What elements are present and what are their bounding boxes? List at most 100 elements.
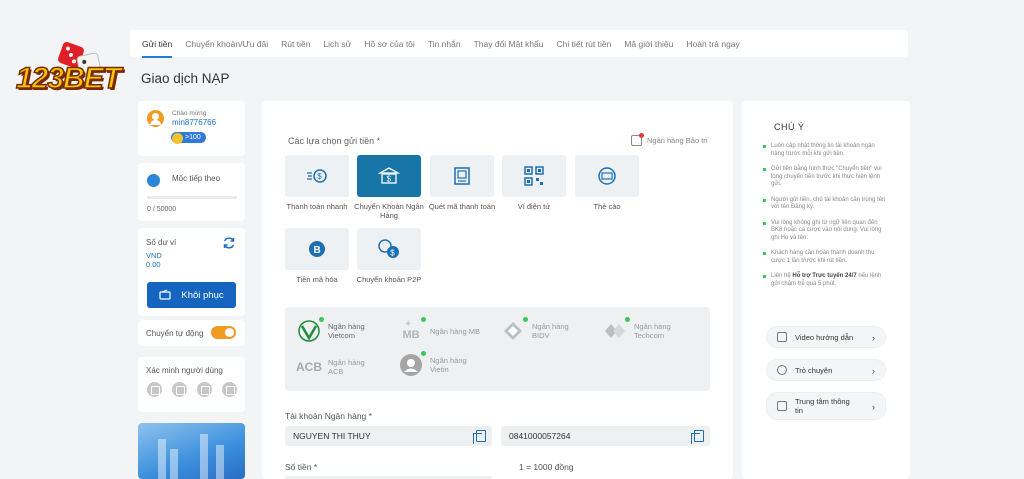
nav-item-change-password[interactable]: Thay đổi Mật khẩu bbox=[474, 39, 544, 49]
video-guide-label: Video hướng dẫn bbox=[795, 332, 854, 342]
page-title: Giao dịch NẠP bbox=[141, 71, 230, 86]
nav-item-messages[interactable]: Tin nhắn bbox=[428, 39, 461, 49]
notice-list: Luôn cập nhật thông tin tài khoản ngân h… bbox=[763, 143, 886, 296]
vietcom-logo-icon bbox=[296, 317, 324, 343]
verify-icons bbox=[147, 382, 237, 397]
level-badge-text: >100 bbox=[185, 134, 201, 141]
level-badge: >100 bbox=[171, 132, 206, 144]
svg-text:$: $ bbox=[390, 249, 395, 258]
account-name-field[interactable]: NGUYEN THI THUY bbox=[285, 426, 492, 446]
acb-logo-icon: ACB bbox=[296, 360, 322, 374]
nav-item-referral[interactable]: Mã giới thiệu bbox=[624, 39, 673, 49]
bank-option-bidv[interactable]: Ngân hàng BIDV bbox=[500, 317, 584, 343]
brand-logo[interactable]: 123BET bbox=[14, 38, 136, 108]
auto-transfer-row: Chuyển tự động bbox=[138, 320, 245, 346]
nav-item-history[interactable]: Lịch sử bbox=[323, 39, 351, 49]
progress-card: Mốc tiếp theo 0 / 50000 bbox=[138, 163, 245, 221]
vietin-logo-icon bbox=[398, 351, 426, 377]
bank-name: Ngân hàng ACB bbox=[328, 358, 365, 376]
video-guide-button[interactable]: Video hướng dẫn › bbox=[766, 326, 886, 348]
bank-maintenance-icon bbox=[631, 133, 644, 146]
greeting: Chào mừng bbox=[172, 110, 207, 117]
bank-name: Ngân hàng MB bbox=[430, 326, 481, 336]
methods-title: Các lựa chọn gửi tiền * bbox=[288, 136, 381, 146]
coin-icon bbox=[172, 133, 183, 144]
method-scan-pay[interactable] bbox=[430, 155, 494, 197]
qr-code-icon bbox=[524, 166, 544, 186]
svg-text:$: $ bbox=[387, 175, 392, 184]
bank-name: Ngân hàng BIDV bbox=[532, 322, 569, 340]
nav-item-withdraw-details[interactable]: Chi tiết rút tiền bbox=[557, 39, 612, 49]
nav-item-withdraw[interactable]: Rút tiền bbox=[281, 39, 310, 49]
notice-title: CHÚ Ý bbox=[774, 122, 805, 132]
bank-option-acb[interactable]: ACB Ngân hàng ACB bbox=[296, 355, 380, 379]
notice-item: Luôn cập nhật thông tin tài khoản ngân h… bbox=[763, 143, 886, 158]
method-crypto[interactable]: B bbox=[285, 228, 349, 270]
restore-button[interactable]: Khôi phục bbox=[147, 282, 236, 308]
rate-text: 1 = 1000 đồng bbox=[519, 462, 574, 472]
notice-item: Người gửi tiền, chủ tài khoản cần trùng … bbox=[763, 197, 886, 212]
bank-name: Ngân hàng Techcom bbox=[634, 322, 671, 340]
bank-option-techcom[interactable]: Ngân hàng Techcom bbox=[602, 317, 686, 343]
account-name-value: NGUYEN THI THUY bbox=[293, 431, 371, 441]
copy-icon[interactable] bbox=[473, 430, 486, 444]
fast-pay-icon: $ bbox=[307, 169, 327, 183]
promo-banner[interactable] bbox=[138, 423, 245, 479]
logo-text: 123BET bbox=[15, 61, 122, 96]
svg-text:$: $ bbox=[317, 172, 322, 181]
chat-label: Trò chuyện bbox=[795, 365, 833, 375]
method-scratch-card[interactable] bbox=[575, 155, 639, 197]
method-fast-pay[interactable]: $ bbox=[285, 155, 349, 197]
bank-option-vietcom[interactable]: Ngân hàng Vietcom bbox=[296, 317, 380, 343]
method-label: Tiền mã hóa bbox=[296, 275, 338, 284]
video-icon bbox=[777, 332, 787, 342]
phone-verify-icon[interactable] bbox=[197, 382, 212, 397]
method-label: Chuyển khoản P2P bbox=[356, 275, 422, 284]
refresh-icon[interactable] bbox=[222, 236, 236, 250]
copy-icon[interactable] bbox=[691, 430, 704, 444]
nav-item-rebate[interactable]: Hoàn trả ngay bbox=[686, 39, 739, 49]
bank-option-vietin[interactable]: Ngân hàng Vietin bbox=[398, 351, 482, 377]
username: min8776766 bbox=[172, 118, 217, 127]
user-verify-icon[interactable] bbox=[147, 382, 162, 397]
email-verify-icon[interactable] bbox=[172, 382, 187, 397]
nav-item-transfer[interactable]: Chuyển khoản/Ưu đãi bbox=[185, 39, 268, 49]
nav-item-profile[interactable]: Hồ sơ của tôi bbox=[364, 39, 414, 49]
scratch-card-icon bbox=[598, 167, 616, 185]
globe-icon bbox=[147, 174, 160, 187]
scan-pay-icon bbox=[454, 167, 470, 185]
account-number-field[interactable]: 0841000057264 bbox=[501, 426, 710, 446]
bidv-logo-icon bbox=[500, 317, 528, 343]
method-p2p[interactable]: $ bbox=[357, 228, 421, 270]
account-label: Tài khoản Ngân hàng * bbox=[285, 411, 372, 421]
user-card: Chào mừng min8776766 >100 bbox=[138, 101, 245, 156]
method-label: Quét mã thanh toán bbox=[428, 202, 496, 211]
balance-amount: 0.00 bbox=[146, 260, 161, 269]
avatar[interactable] bbox=[147, 110, 164, 127]
method-label: Thanh toán nhanh bbox=[286, 202, 348, 211]
notice-item: Gửi tiền bằng hình thức "Chuyển tiền" vu… bbox=[763, 166, 886, 189]
method-ewallet[interactable] bbox=[502, 155, 566, 197]
bank-name: Ngân hàng Vietin bbox=[430, 356, 467, 374]
method-bank-transfer[interactable]: $ bbox=[357, 155, 421, 197]
id-verify-icon[interactable] bbox=[222, 382, 237, 397]
auto-transfer-toggle[interactable] bbox=[211, 326, 236, 339]
method-label: Thẻ cào bbox=[593, 202, 621, 211]
info-center-button[interactable]: Trung tâm thông tin › bbox=[766, 392, 886, 420]
bank-option-mb[interactable]: MB ✦ Ngân hàng MB bbox=[398, 317, 481, 343]
chat-button[interactable]: Trò chuyện › bbox=[766, 359, 886, 381]
top-nav: Gửi tiền Chuyển khoản/Ưu đãi Rút tiền Lị… bbox=[130, 30, 908, 58]
balance-title: Số dư ví bbox=[146, 238, 177, 247]
bank-transfer-icon: $ bbox=[378, 167, 400, 184]
notice-item: Khách hàng cần hoàn thành doanh thu cược… bbox=[763, 250, 886, 265]
wallet-icon bbox=[159, 289, 171, 300]
nav-item-deposit[interactable]: Gửi tiền bbox=[142, 39, 173, 58]
verify-card: Xác minh người dùng bbox=[138, 357, 245, 412]
svg-text:B: B bbox=[314, 245, 321, 256]
method-label: Chuyển Khoản Ngân Hàng bbox=[354, 202, 424, 220]
chevron-right-icon: › bbox=[872, 366, 875, 376]
techcom-logo-icon bbox=[602, 317, 630, 343]
maintenance-link[interactable]: Ngân hàng Bảo trì bbox=[631, 133, 708, 146]
auto-transfer-label: Chuyển tự động bbox=[146, 329, 204, 338]
p2p-icon: $ bbox=[378, 239, 399, 258]
